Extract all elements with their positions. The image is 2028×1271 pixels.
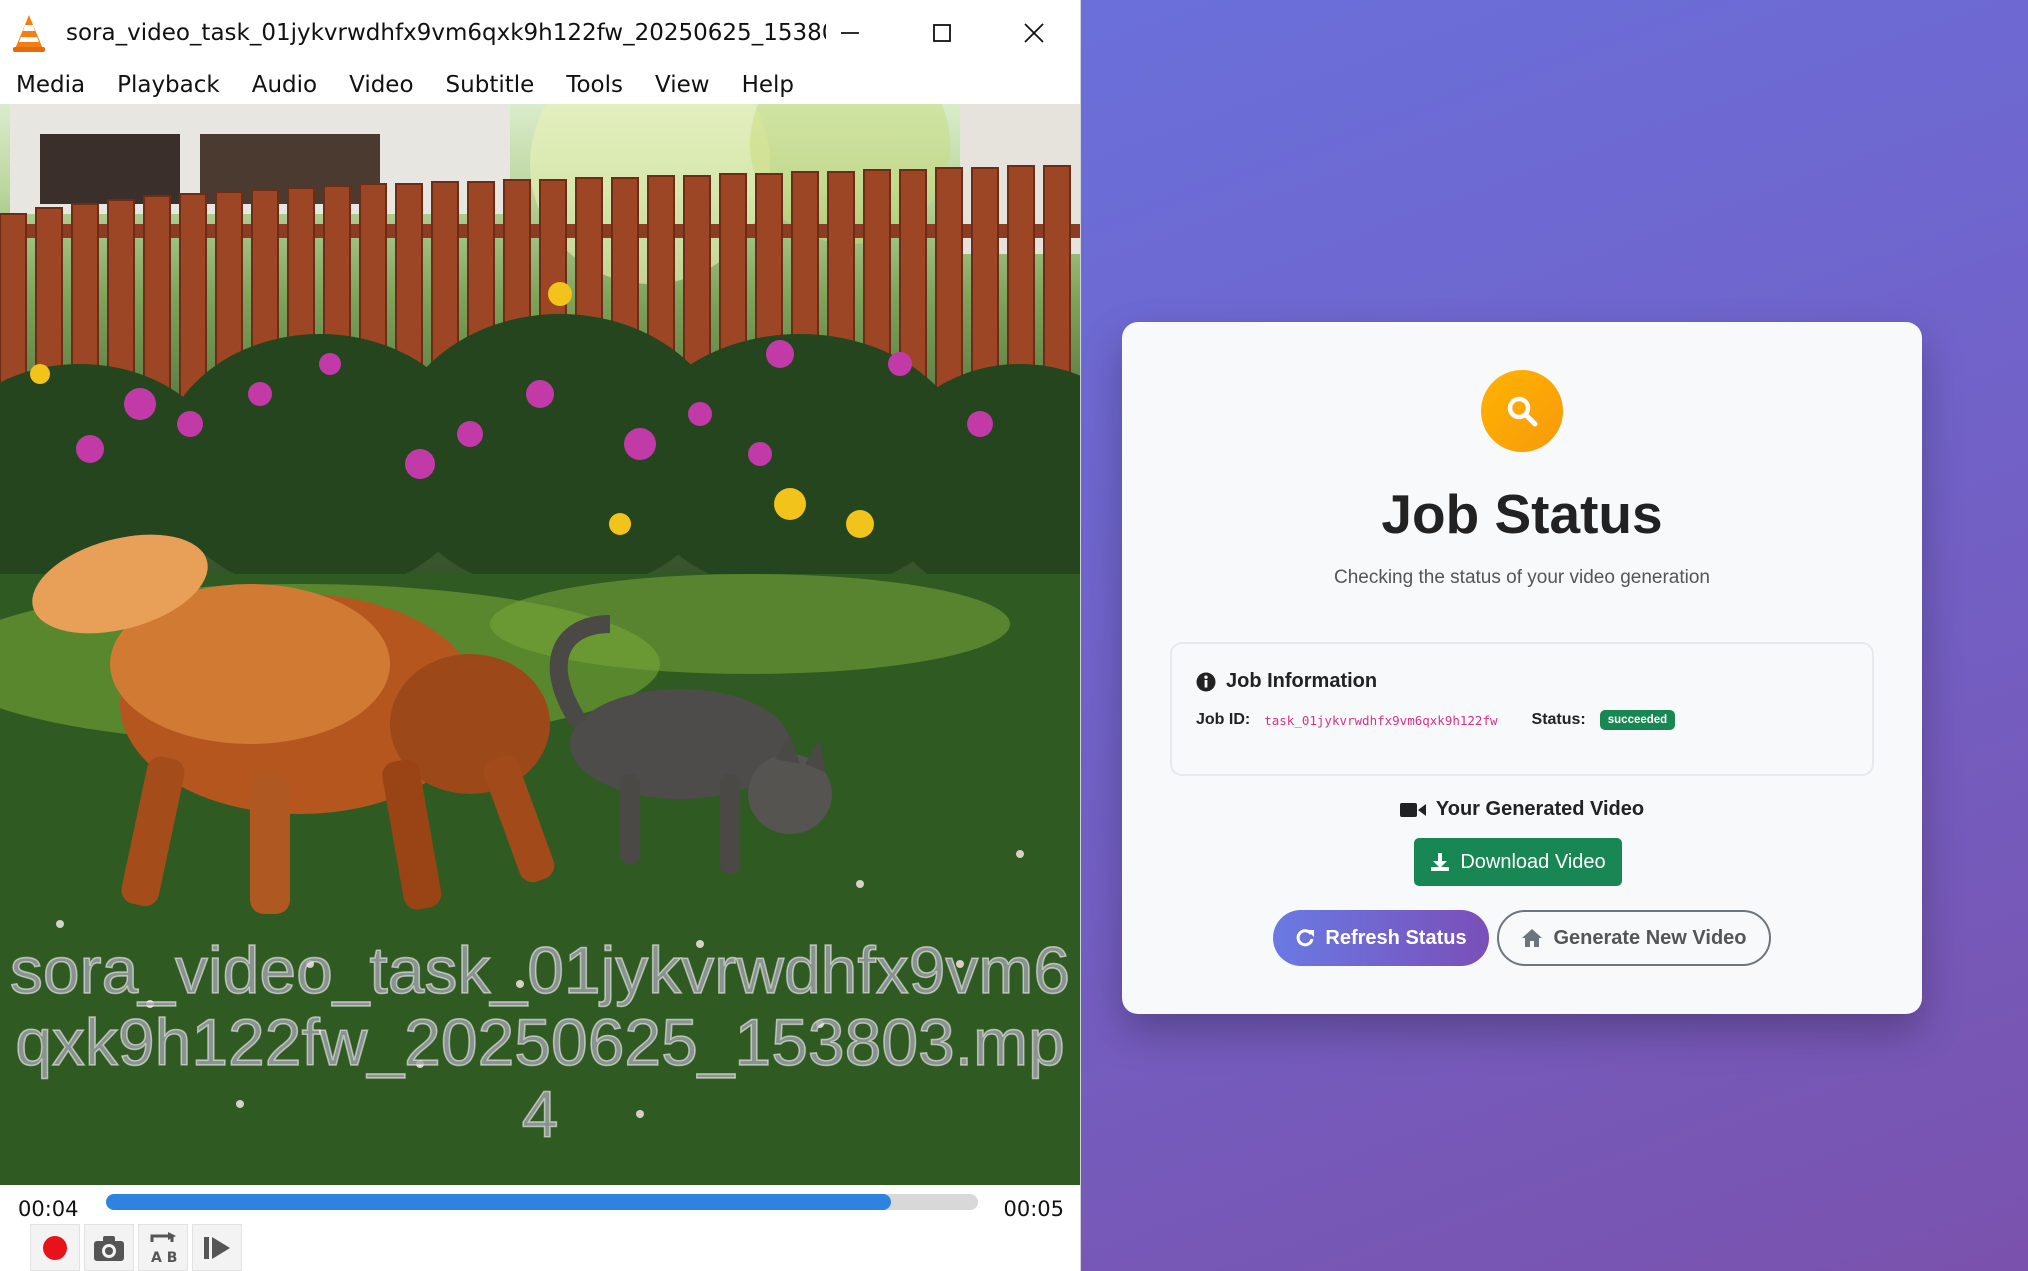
status-badge: succeeded [1599, 710, 1676, 730]
time-total: 00:05 [1003, 1197, 1064, 1221]
title-bar: sora_video_task_01jykvrwdhfx9vm6qxk9h122… [0, 0, 1080, 66]
status-label: Status: [1531, 711, 1586, 728]
seek-bar[interactable] [106, 1194, 978, 1210]
job-id-value: task_01jykvrwdhfx9vm6qxk9h122fw [1264, 712, 1498, 728]
download-icon [1431, 853, 1450, 871]
page-subtitle: Checking the status of your video genera… [1333, 567, 1710, 588]
generated-video-title: Your Generated Video [1435, 798, 1645, 820]
maximize-button[interactable] [896, 0, 988, 66]
menu-tools[interactable]: Tools [550, 72, 639, 98]
menu-audio[interactable]: Audio [236, 72, 333, 98]
frame-step-button[interactable] [192, 1224, 242, 1271]
generated-video-heading: Your Generated Video [1122, 798, 1922, 821]
job-information-title: Job Information [1226, 670, 1378, 692]
menu-playback[interactable]: Playback [101, 72, 236, 98]
download-video-label: Download Video [1460, 850, 1606, 873]
video-camera-icon [1399, 802, 1426, 817]
job-status-card: Job Status Checking the status of your v… [1122, 322, 1922, 1014]
vlc-window: sora_video_task_01jykvrwdhfx9vm6qxk9h122… [0, 0, 1080, 1271]
video-frame[interactable]: sora_video_task_01jykvrwdhfx9vm6qxk9h122… [0, 104, 1080, 1185]
svg-text:A B: A B [151, 1250, 177, 1266]
refresh-status-label: Refresh Status [1325, 926, 1467, 949]
time-elapsed: 00:04 [18, 1197, 79, 1221]
advanced-controls: A B [30, 1224, 242, 1271]
download-video-button[interactable]: Download Video [1414, 838, 1622, 886]
window-controls [804, 0, 1080, 66]
menu-video[interactable]: Video [333, 72, 429, 98]
menu-help[interactable]: Help [726, 72, 810, 98]
job-information-heading: Job Information [1196, 670, 1377, 693]
record-icon [43, 1235, 67, 1260]
seek-bar-fill [106, 1194, 891, 1210]
refresh-icon [1297, 929, 1315, 947]
search-icon [1507, 396, 1538, 427]
snapshot-icon [94, 1235, 124, 1261]
page-title: Job Status [1381, 483, 1663, 545]
loop-ab-button[interactable]: A B [138, 1224, 188, 1271]
video-filename-overlay: sora_video_task_01jykvrwdhfx9vm6qxk9h122… [9, 933, 1071, 1151]
vlc-cone-icon [13, 15, 45, 52]
maximize-icon [933, 24, 951, 42]
job-info-row: Job ID: task_01jykvrwdhfx9vm6qxk9h122fw … [1196, 710, 1676, 730]
frame-step-icon [204, 1236, 230, 1259]
home-icon [1522, 929, 1543, 947]
menu-media[interactable]: Media [0, 72, 101, 98]
close-icon [1024, 23, 1044, 43]
job-id-label: Job ID: [1196, 711, 1251, 728]
refresh-status-button[interactable]: Refresh Status [1273, 910, 1489, 966]
menu-view[interactable]: View [639, 72, 726, 98]
snapshot-button[interactable] [84, 1224, 134, 1271]
status-icon-badge [1481, 370, 1563, 452]
close-button[interactable] [988, 0, 1080, 66]
generate-new-video-label: Generate New Video [1553, 926, 1747, 949]
info-circle-icon [1196, 672, 1216, 691]
record-button[interactable] [30, 1224, 80, 1271]
minimize-button[interactable] [804, 0, 896, 66]
minimize-icon [841, 32, 859, 34]
job-information-panel: Job Information Job ID: task_01jykvrwdhf… [1170, 642, 1874, 776]
generate-new-video-button[interactable]: Generate New Video [1497, 910, 1771, 966]
loop-ab-icon: A B [150, 1231, 177, 1266]
window-title: sora_video_task_01jykvrwdhfx9vm6qxk9h122… [66, 20, 826, 46]
menu-bar: Media Playback Audio Video Subtitle Tool… [0, 66, 1080, 104]
menu-subtitle[interactable]: Subtitle [430, 72, 551, 98]
